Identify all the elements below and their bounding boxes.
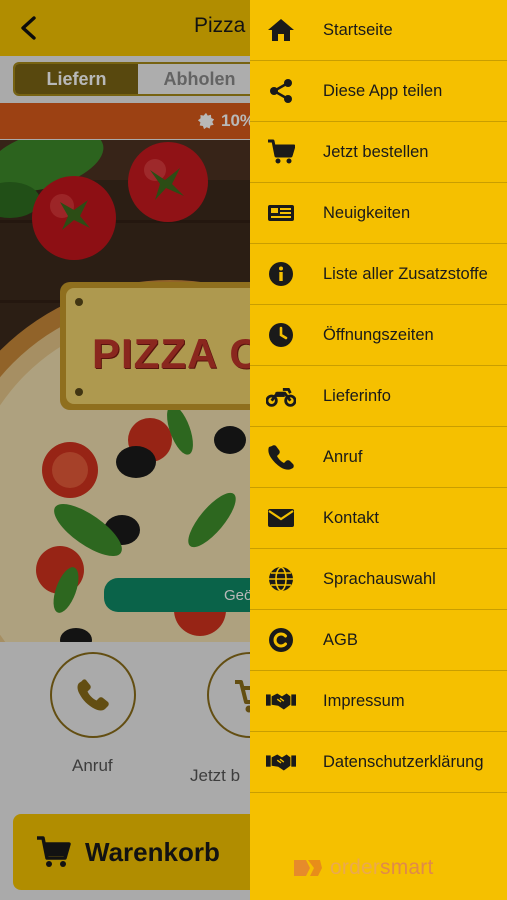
menu-label-agb: AGB — [323, 631, 358, 649]
menu-item-datenschutz[interactable]: Datenschutzerklärung — [250, 732, 507, 793]
menu-item-lieferinfo[interactable]: Lieferinfo — [250, 366, 507, 427]
menu-label-startseite: Startseite — [323, 21, 393, 39]
phone-icon — [266, 442, 296, 472]
envelope-icon — [266, 503, 296, 533]
menu-item-agb[interactable]: AGB — [250, 610, 507, 671]
menu-item-impressum[interactable]: Impressum — [250, 671, 507, 732]
menu-item-sprachauswahl[interactable]: Sprachauswahl — [250, 549, 507, 610]
brand-part-smart: smart — [380, 856, 434, 879]
menu-item-jetzt-bestellen[interactable]: Jetzt bestellen — [250, 122, 507, 183]
ordersmart-logo: ordersmart — [292, 856, 434, 880]
drawer-overlay[interactable] — [0, 0, 250, 900]
navigation-drawer: Startseite Diese App teilen Jetzt bestel… — [250, 0, 507, 900]
cart-icon — [266, 137, 296, 167]
menu-item-share[interactable]: Diese App teilen — [250, 61, 507, 122]
menu-item-kontakt[interactable]: Kontakt — [250, 488, 507, 549]
home-icon — [266, 15, 296, 45]
globe-icon — [266, 564, 296, 594]
menu-label-oeffnungszeiten: Öffnungszeiten — [323, 326, 434, 344]
menu-label-sprachauswahl: Sprachauswahl — [323, 570, 436, 588]
menu-label-share: Diese App teilen — [323, 82, 443, 100]
menu-item-zusatzstoffe[interactable]: Liste aller Zusatzstoffe — [250, 244, 507, 305]
menu-label-anruf: Anruf — [323, 448, 363, 466]
share-icon — [266, 76, 296, 106]
menu-label-zusatzstoffe: Liste aller Zusatzstoffe — [323, 265, 488, 283]
motorcycle-icon — [266, 381, 296, 411]
menu-label-kontakt: Kontakt — [323, 509, 379, 527]
menu-label-datenschutz: Datenschutzerklärung — [323, 753, 484, 771]
menu-label-impressum: Impressum — [323, 692, 405, 710]
brand-part-order: order — [330, 856, 381, 879]
menu-item-oeffnungszeiten[interactable]: Öffnungszeiten — [250, 305, 507, 366]
menu-label-lieferinfo: Lieferinfo — [323, 387, 391, 405]
ordersmart-logo-mark — [294, 860, 322, 876]
menu-label-jetzt-bestellen: Jetzt bestellen — [323, 143, 429, 161]
handshake-icon — [266, 686, 296, 716]
copyright-icon — [266, 625, 296, 655]
info-icon — [266, 259, 296, 289]
menu-item-neuigkeiten[interactable]: Neuigkeiten — [250, 183, 507, 244]
menu-item-anruf[interactable]: Anruf — [250, 427, 507, 488]
clock-icon — [266, 320, 296, 350]
news-icon — [266, 198, 296, 228]
menu-label-neuigkeiten: Neuigkeiten — [323, 204, 411, 222]
handshake-icon — [266, 747, 296, 777]
menu-item-startseite[interactable]: Startseite — [250, 0, 507, 61]
